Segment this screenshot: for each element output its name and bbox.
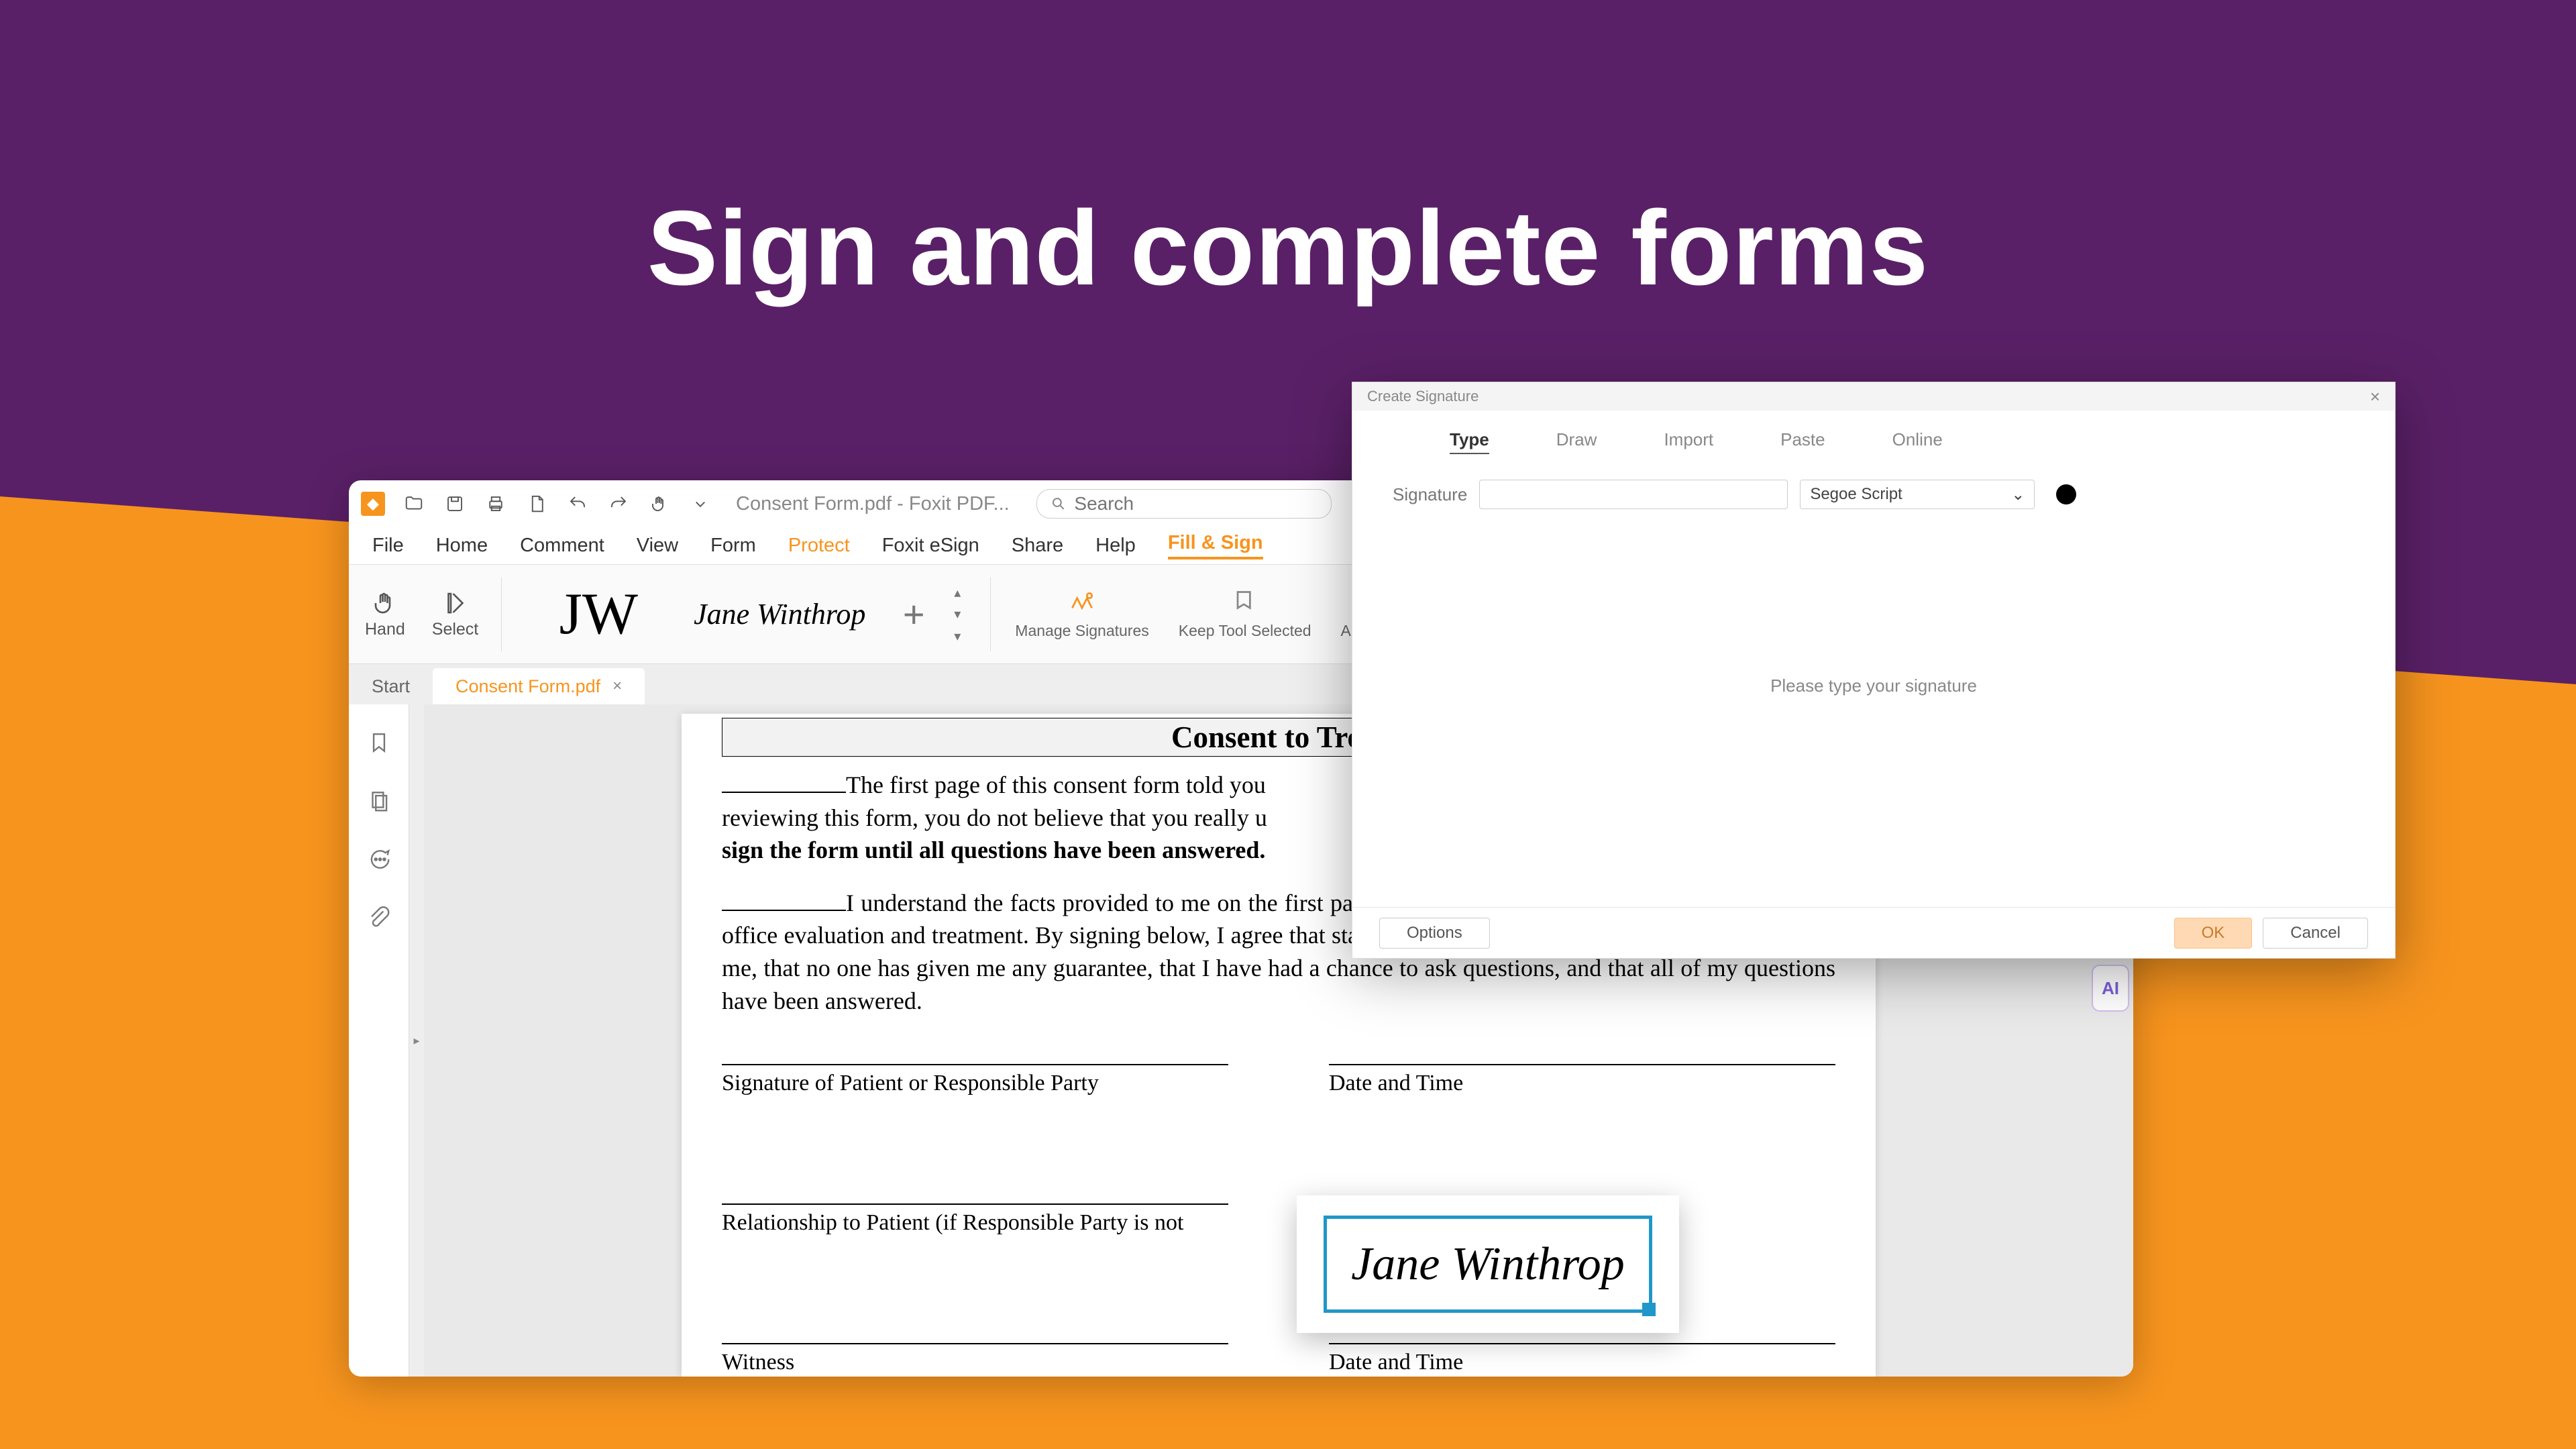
promo-headline: Sign and complete forms (0, 188, 2576, 309)
label-relationship: Relationship to Patient (if Responsible … (722, 1210, 1228, 1236)
add-signature-button[interactable]: + (894, 592, 934, 636)
tool-hand[interactable]: Hand (358, 570, 412, 658)
ok-button[interactable]: OK (2174, 918, 2253, 949)
redo-icon[interactable] (606, 492, 631, 516)
dropdown-icon[interactable] (688, 492, 712, 516)
dialog-tab-import[interactable]: Import (1664, 429, 1713, 454)
left-nav-rail (349, 704, 409, 1377)
signature-hint-text: Please type your signature (1352, 676, 2395, 696)
dialog-title-text: Create Signature (1367, 388, 1479, 405)
menu-view[interactable]: View (637, 535, 678, 557)
manage-signatures-button[interactable]: Manage Signatures (1007, 570, 1157, 658)
tab-start[interactable]: Start (349, 668, 433, 704)
options-button[interactable]: Options (1379, 918, 1490, 949)
dialog-tab-type[interactable]: Type (1450, 429, 1489, 454)
separator (501, 577, 502, 651)
tool-hand-label: Hand (365, 620, 405, 639)
open-folder-icon[interactable] (402, 492, 426, 516)
dialog-close-icon[interactable]: × (2370, 386, 2380, 407)
menu-fill-sign[interactable]: Fill & Sign (1168, 532, 1263, 559)
attachments-icon[interactable] (366, 905, 392, 934)
signature-lines-row-1: Signature of Patient or Responsible Part… (722, 1064, 1835, 1096)
tool-select[interactable]: Select (425, 570, 485, 658)
app-logo-icon[interactable]: ◆ (361, 492, 385, 516)
signature-fullname[interactable]: Jane Winthrop (686, 584, 873, 645)
undo-icon[interactable] (566, 492, 590, 516)
label-signature-patient: Signature of Patient or Responsible Part… (722, 1071, 1228, 1096)
placed-signature-text: Jane Winthrop (1351, 1238, 1625, 1291)
menu-comment[interactable]: Comment (520, 535, 604, 557)
placed-signature-box[interactable]: Jane Winthrop (1324, 1216, 1652, 1313)
tab-consent-form[interactable]: Consent Form.pdf × (433, 668, 645, 704)
dialog-footer: Options OK Cancel (1352, 907, 2395, 958)
search-input[interactable] (1074, 493, 1317, 515)
search-box[interactable] (1036, 489, 1332, 519)
tab-close-icon[interactable]: × (612, 677, 622, 696)
gallery-scroll[interactable]: ▴▾▾ (954, 584, 961, 645)
font-select-value: Segoe Script (1810, 485, 1902, 504)
label-date-time-1: Date and Time (1329, 1071, 1835, 1096)
label-date-time-2: Date and Time (1329, 1350, 1835, 1375)
page-icon[interactable] (525, 492, 549, 516)
menu-share[interactable]: Share (1012, 535, 1063, 557)
signature-text-input[interactable] (1479, 480, 1788, 509)
placed-signature-overlay[interactable]: Jane Winthrop (1297, 1195, 1679, 1333)
cancel-button[interactable]: Cancel (2263, 918, 2368, 949)
keep-tool-selected-button[interactable]: Keep Tool Selected (1171, 570, 1320, 658)
hand-mini-icon[interactable] (647, 492, 672, 516)
dialog-tab-online[interactable]: Online (1892, 429, 1943, 454)
font-select[interactable]: Segoe Script ⌄ (1800, 480, 2035, 509)
separator (990, 577, 991, 651)
signature-input-label: Signature (1393, 484, 1467, 505)
pages-icon[interactable] (366, 788, 392, 817)
menu-file[interactable]: File (372, 535, 404, 557)
search-icon (1051, 495, 1067, 513)
dialog-tab-draw[interactable]: Draw (1556, 429, 1597, 454)
panel-collapse-handle[interactable]: ▸ (409, 704, 424, 1377)
print-icon[interactable] (484, 492, 508, 516)
label-witness: Witness (722, 1350, 1228, 1375)
bookmark-icon[interactable] (366, 730, 392, 759)
menu-help[interactable]: Help (1095, 535, 1136, 557)
ink-color-swatch[interactable] (2056, 484, 2076, 504)
tool-select-label: Select (432, 620, 478, 639)
signature-initials[interactable]: JW (531, 584, 665, 645)
menu-home[interactable]: Home (436, 535, 488, 557)
document-title: Consent Form.pdf - Foxit PDF... (736, 493, 1010, 515)
dialog-titlebar: Create Signature × (1352, 382, 2395, 411)
menu-protect[interactable]: Protect (788, 535, 850, 557)
ai-assist-icon[interactable]: AI (2092, 965, 2129, 1012)
comments-icon[interactable] (366, 847, 392, 875)
tab-label: Consent Form.pdf (455, 676, 600, 697)
signature-lines-row-3: Witness Date and Time (722, 1343, 1835, 1375)
menu-form[interactable]: Form (710, 535, 756, 557)
signature-input-row: Signature Segoe Script ⌄ (1352, 468, 2395, 521)
dialog-tabs: Type Draw Import Paste Online (1352, 411, 2395, 468)
signature-gallery: JW Jane Winthrop + ▴▾▾ (518, 570, 974, 658)
menu-esign[interactable]: Foxit eSign (882, 535, 979, 557)
dialog-tab-paste[interactable]: Paste (1780, 429, 1825, 454)
chevron-down-icon: ⌄ (2011, 485, 2025, 504)
save-icon[interactable] (443, 492, 467, 516)
resize-handle[interactable] (1642, 1303, 1656, 1316)
create-signature-dialog: Create Signature × Type Draw Import Past… (1352, 382, 2396, 959)
